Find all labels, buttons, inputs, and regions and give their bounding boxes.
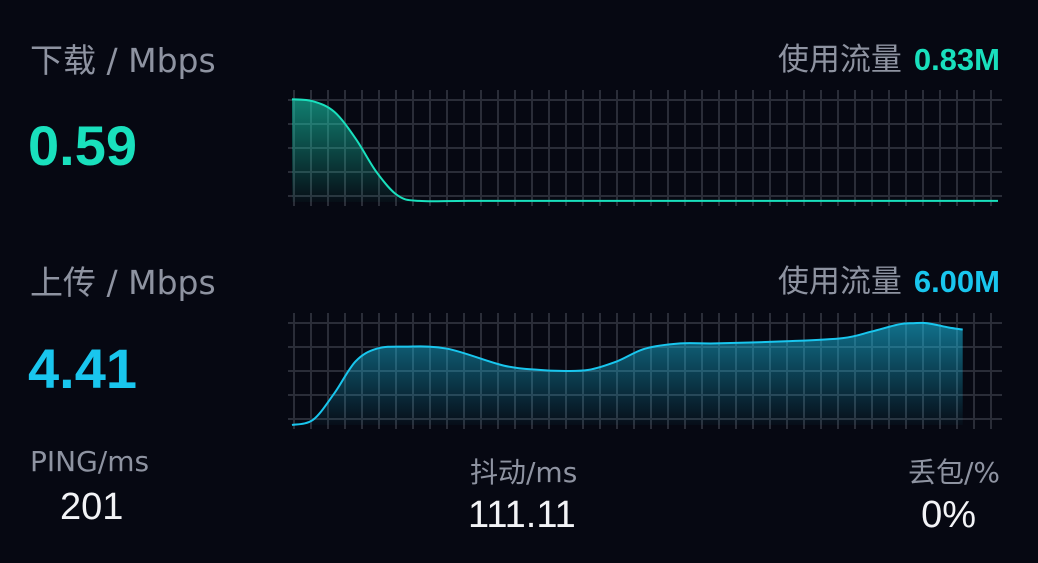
ping-value: 201 — [60, 486, 124, 528]
download-chart — [288, 90, 1002, 206]
speed-test-panel: 下载 / Mbps 使用流量 0.83M 0.59 上传 / Mbps 使用流量 6… — [0, 0, 1038, 563]
upload-label: 上传 / Mbps — [30, 263, 216, 302]
download-usage-value: 0.83M — [913, 42, 1000, 77]
upload-usage-label: 使用流量 — [777, 264, 902, 300]
download-usage-label: 使用流量 — [777, 42, 902, 78]
ping-label: PING/ms — [30, 445, 150, 478]
download-chart-line — [291, 98, 998, 203]
download-speed-value: 0.59 — [28, 114, 137, 177]
jitter-label: 抖动/ms — [470, 456, 578, 489]
download-label: 下载 / Mbps — [30, 41, 216, 80]
jitter-value: 111.11 — [468, 494, 576, 536]
download-chart-grid — [288, 90, 1002, 206]
upload-usage-value: 6.00M — [913, 264, 1000, 299]
download-usage: 使用流量 0.83M — [778, 34, 1000, 79]
upload-speed-value: 4.41 — [28, 337, 137, 400]
packet-loss-label: 丢包/% — [907, 456, 1000, 489]
packet-loss-value: 0% — [921, 494, 976, 536]
upload-chart — [288, 313, 1002, 429]
upload-usage: 使用流量 6.00M — [778, 256, 1000, 301]
upload-chart-area — [292, 322, 963, 425]
download-chart-area — [292, 99, 998, 202]
